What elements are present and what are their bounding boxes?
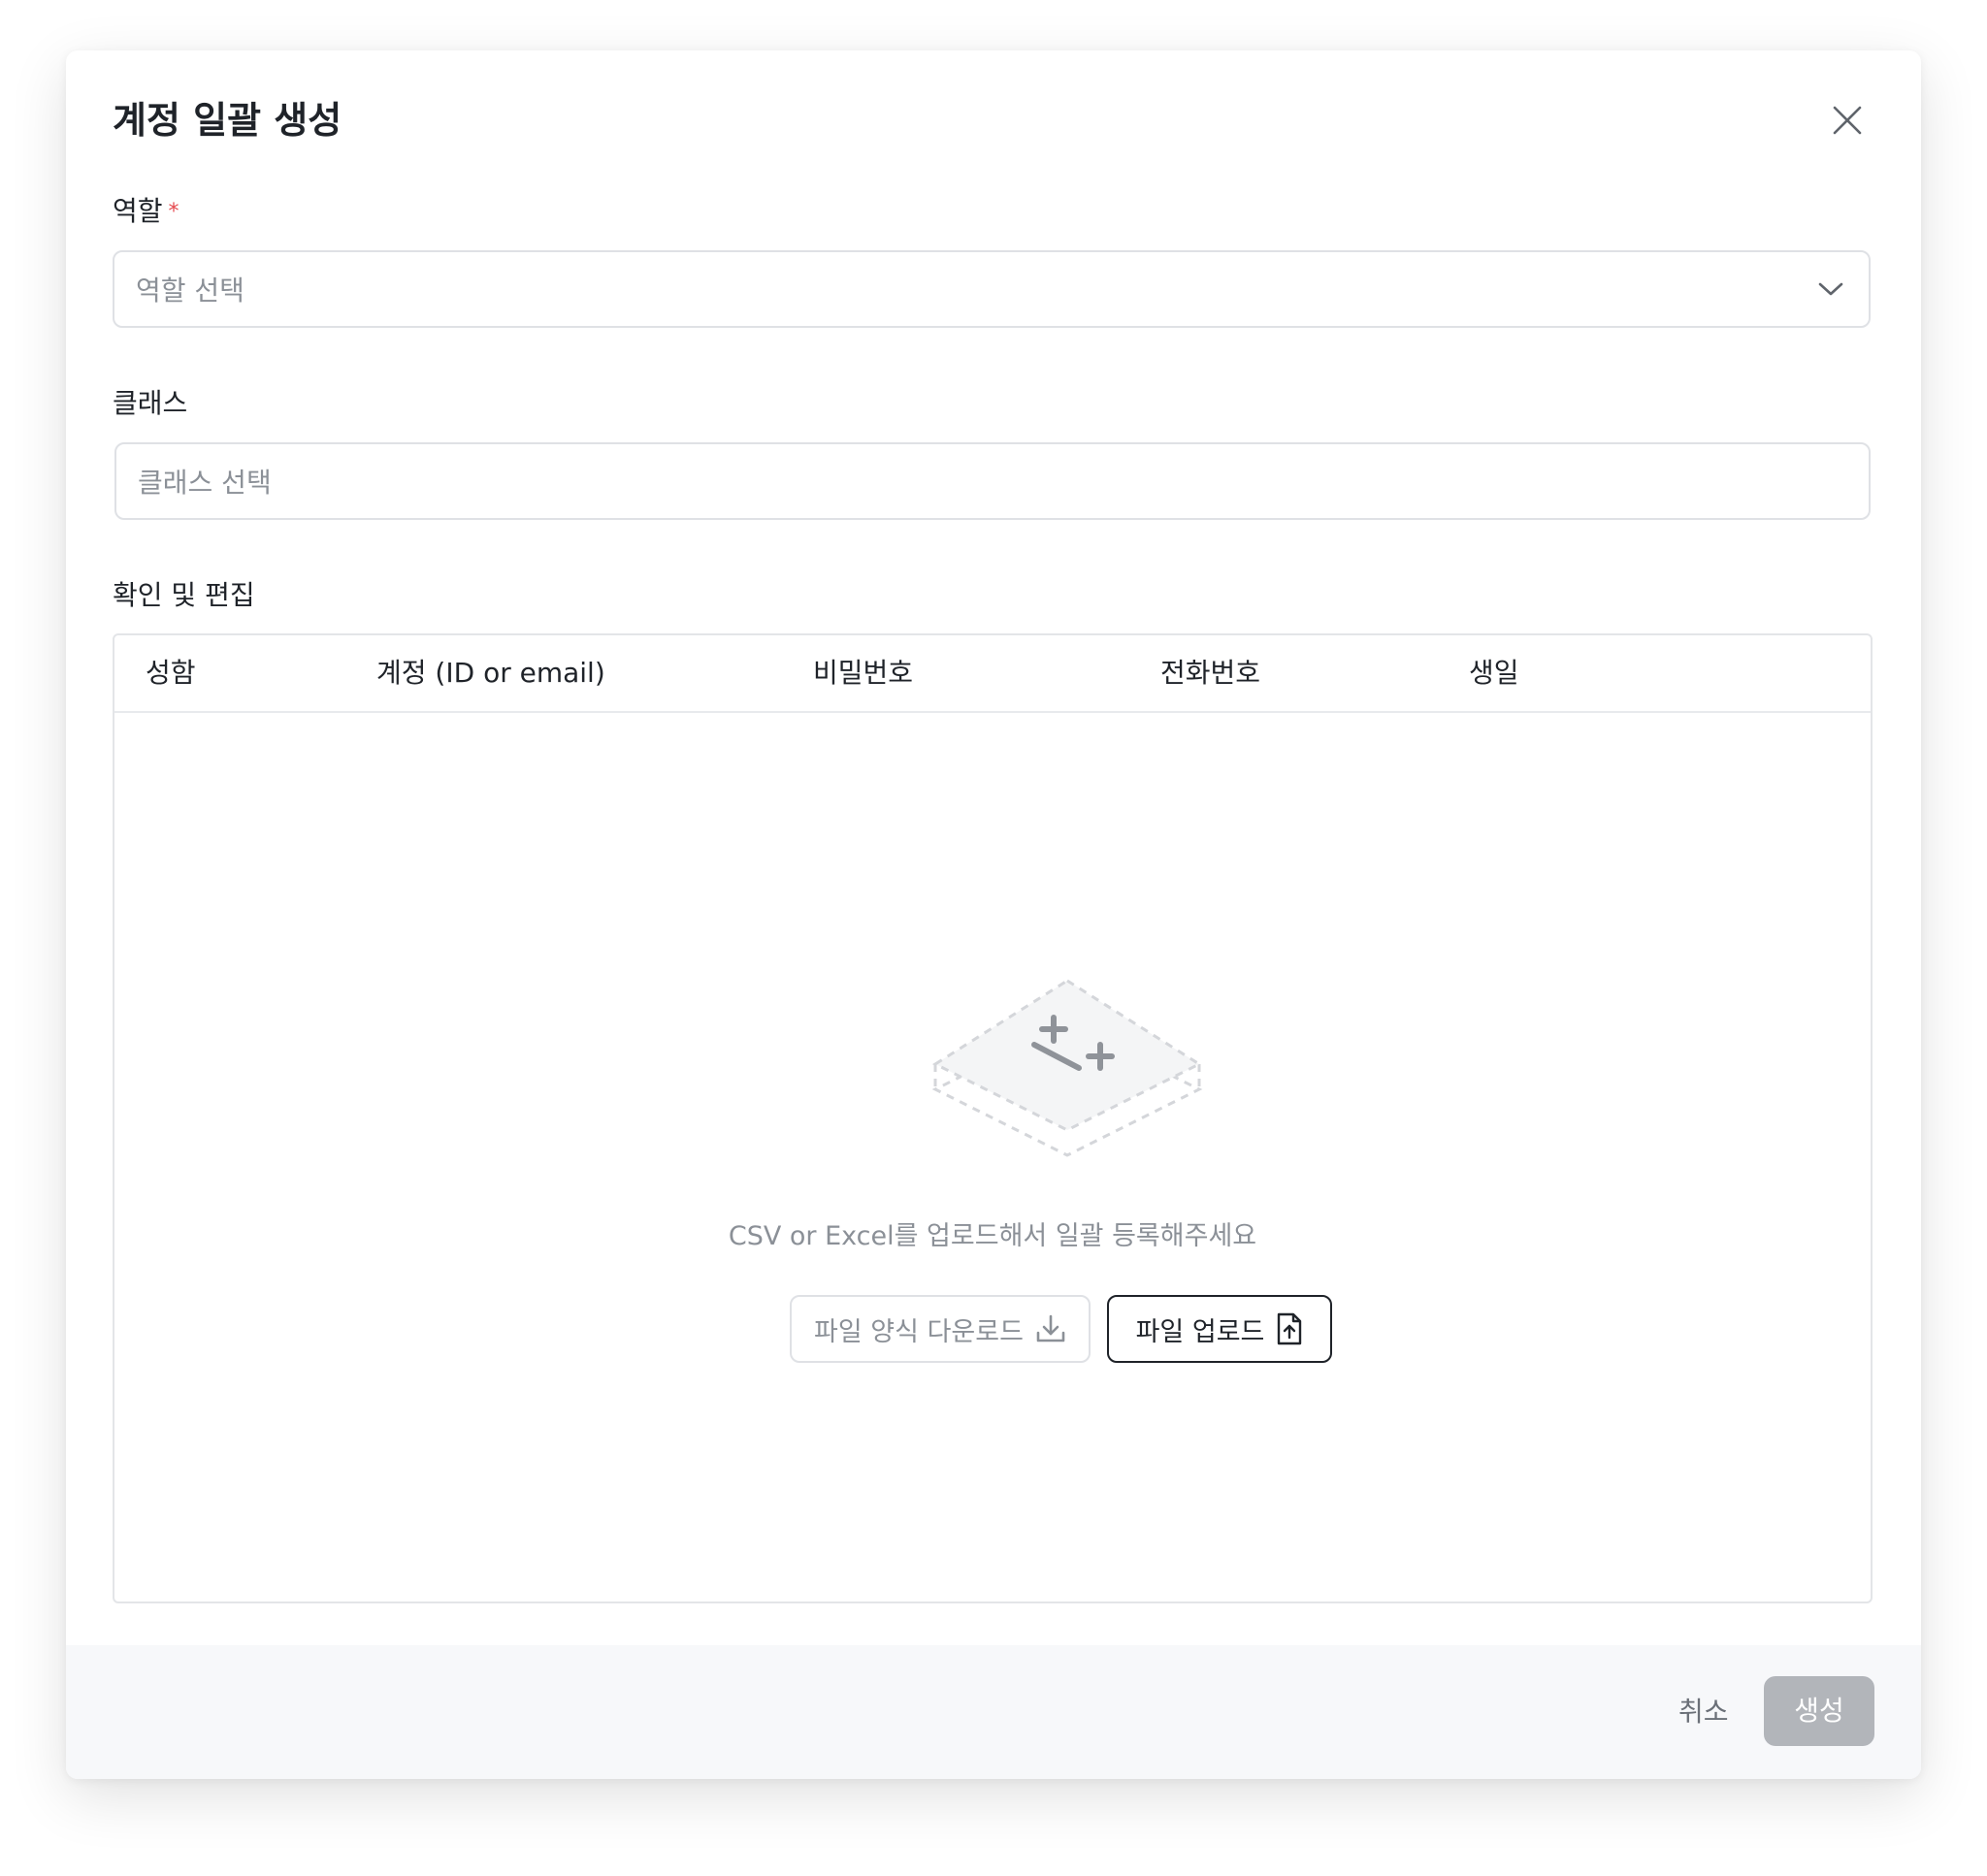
column-header-password: 비밀번호 [813,657,914,689]
column-header-birthday: 생일 [1469,657,1519,689]
chevron-down-icon [1814,273,1847,306]
close-icon [1833,106,1862,135]
dialog-title: 계정 일괄 생성 [113,99,342,142]
cancel-button[interactable]: 취소 [1678,1678,1729,1746]
close-button[interactable] [1828,101,1867,140]
template-download-label: 파일 양식 다운로드 [814,1316,1024,1347]
empty-state-illustration [931,977,1203,1171]
class-select-placeholder: 클래스 선택 [138,467,272,499]
template-download-button[interactable]: 파일 양식 다운로드 [790,1295,1091,1363]
review-label: 확인 및 편집 [113,579,255,611]
role-label: 역할 * [113,192,179,232]
class-label: 클래스 [113,387,188,419]
table-header: 성함 계정 (ID or email) 비밀번호 전화번호 생일 [114,635,1871,713]
column-header-phone: 전화번호 [1160,657,1261,689]
role-label-text: 역할 [113,195,163,227]
bulk-account-dialog: 계정 일괄 생성 역할 * 역할 선택 클래스 클래스 선택 확인 및 편집 성함… [66,50,1921,1779]
empty-state-message: CSV or Excel를 업로드해서 일괄 등록해주세요 [728,1221,1257,1251]
column-header-name: 성함 [146,657,196,689]
file-upload-label: 파일 업로드 [1135,1316,1265,1347]
account-table: 성함 계정 (ID or email) 비밀번호 전화번호 생일 CSV or … [113,633,1873,1603]
create-button[interactable]: 생성 [1764,1676,1874,1746]
role-select[interactable]: 역할 선택 [113,250,1871,328]
file-upload-icon [1278,1312,1302,1345]
dialog-footer: 취소 생성 [66,1645,1921,1779]
column-header-account: 계정 (ID or email) [376,657,605,689]
class-select[interactable]: 클래스 선택 [114,442,1871,520]
role-select-placeholder: 역할 선택 [136,275,244,307]
required-mark: * [168,200,179,224]
file-upload-button[interactable]: 파일 업로드 [1107,1295,1332,1363]
download-icon [1036,1314,1065,1342]
